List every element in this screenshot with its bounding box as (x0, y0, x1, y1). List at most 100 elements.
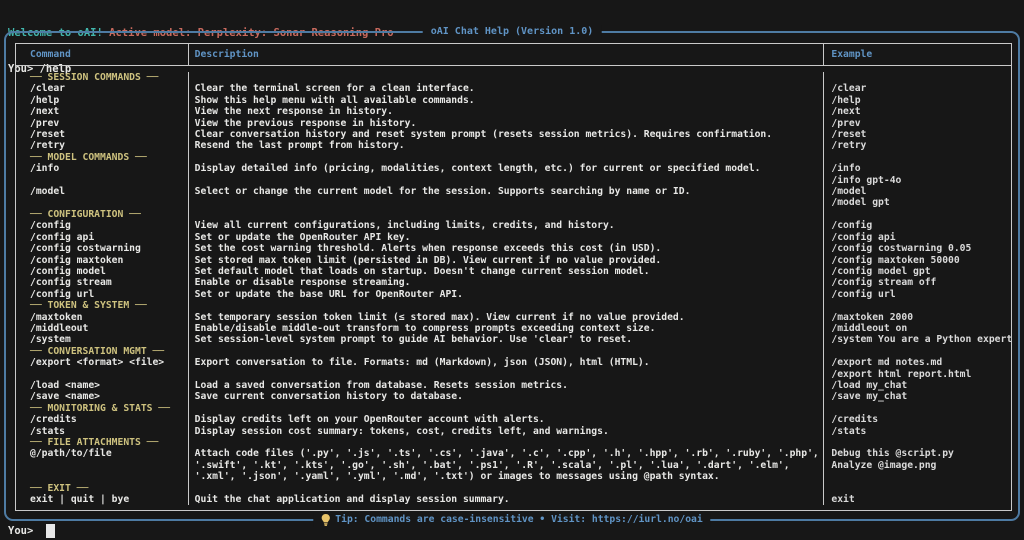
command-cell: /maxtoken (16, 312, 188, 323)
command-cell: /model (16, 186, 188, 197)
command-cell: /middleout (16, 323, 188, 334)
command-cell: /config costwarning (16, 243, 188, 254)
column-header-example: Example (823, 44, 1011, 65)
table-row: @/path/to/fileAttach code files ('.py', … (16, 448, 1011, 459)
description-cell (188, 369, 824, 380)
description-cell: View the next response in history. (188, 106, 824, 117)
description-cell: Set temporary session token limit (≤ sto… (188, 312, 824, 323)
description-cell (188, 437, 824, 448)
example-cell: /next (823, 106, 1011, 117)
lightbulb-icon (321, 514, 330, 526)
command-cell (16, 471, 188, 482)
description-cell: Clear conversation history and reset sys… (188, 129, 824, 140)
section-header-cell: ── CONFIGURATION ── (16, 209, 188, 220)
description-cell: Set or update the OpenRouter API key. (188, 232, 824, 243)
example-cell: /export html report.html (823, 369, 1011, 380)
table-row: ── FILE ATTACHMENTS ── (16, 437, 1011, 448)
table-row: ── CONFIGURATION ── (16, 209, 1011, 220)
table-row: /retryResend the last prompt from histor… (16, 140, 1011, 151)
description-cell: Set session-level system prompt to guide… (188, 334, 824, 345)
description-cell: Resend the last prompt from history. (188, 140, 824, 151)
table-row: /model gpt (16, 197, 1011, 208)
command-cell: /config maxtoken (16, 255, 188, 266)
section-header-cell: ── FILE ATTACHMENTS ── (16, 437, 188, 448)
command-cell: /config model (16, 266, 188, 277)
example-cell: /credits (823, 414, 1011, 425)
description-cell: Save current conversation history to dat… (188, 391, 824, 402)
description-cell: Export conversation to file. Formats: md… (188, 357, 824, 368)
example-cell: /config maxtoken 50000 (823, 255, 1011, 266)
table-row: /config urlSet or update the base URL fo… (16, 289, 1011, 300)
terminal-cursor[interactable] (46, 524, 55, 538)
example-cell: /system You are a Python expert (823, 334, 1011, 345)
example-cell (823, 437, 1011, 448)
example-cell: /config stream off (823, 277, 1011, 288)
example-cell: /config costwarning 0.05 (823, 243, 1011, 254)
command-cell (16, 369, 188, 380)
table-row: /infoDisplay detailed info (pricing, mod… (16, 163, 1011, 174)
tip-text: Tip: Commands are case-insensitive • Vis… (335, 513, 702, 527)
section-header-cell: ── EXIT ── (16, 483, 188, 494)
description-cell (188, 346, 824, 357)
table-row: /config streamEnable or disable response… (16, 277, 1011, 288)
example-cell: /config model gpt (823, 266, 1011, 277)
example-cell (823, 346, 1011, 357)
panel-title: oAI Chat Help (Version 1.0) (423, 25, 602, 39)
table-row: '.xml', '.json', '.yaml', '.yml', '.md',… (16, 471, 1011, 482)
table-header-row: Command Description Example (16, 44, 1011, 66)
section-header-cell: ── SESSION COMMANDS ── (16, 72, 188, 83)
table-row: /clearClear the terminal screen for a cl… (16, 83, 1011, 94)
table-row: ── CONVERSATION MGMT ── (16, 346, 1011, 357)
table-row: /config maxtokenSet stored max token lim… (16, 255, 1011, 266)
table-row: '.swift', '.kt', '.kts', '.go', '.sh', '… (16, 460, 1011, 471)
help-panel: oAI Chat Help (Version 1.0) Command Desc… (4, 31, 1020, 521)
command-cell: /config url (16, 289, 188, 300)
example-cell: /middleout on (823, 323, 1011, 334)
example-cell: /prev (823, 118, 1011, 129)
description-cell: Display detailed info (pricing, modaliti… (188, 163, 824, 174)
description-cell (188, 152, 824, 163)
table-row: exit | quit | byeQuit the chat applicati… (16, 494, 1011, 505)
description-cell: Set stored max token limit (persisted in… (188, 255, 824, 266)
description-cell (188, 403, 824, 414)
tip-bar: Tip: Commands are case-insensitive • Vis… (313, 513, 710, 527)
description-cell: Set the cost warning threshold. Alerts w… (188, 243, 824, 254)
example-cell: /model (823, 186, 1011, 197)
example-cell: /help (823, 95, 1011, 106)
table-row: ── MODEL COMMANDS ── (16, 152, 1011, 163)
example-cell: /info gpt-4o (823, 175, 1011, 186)
example-cell: Debug this @script.py (823, 448, 1011, 459)
table-row: /configView all current configurations, … (16, 220, 1011, 231)
section-header-cell: ── CONVERSATION MGMT ── (16, 346, 188, 357)
table-row: ── EXIT ── (16, 483, 1011, 494)
table-row: /info gpt-4o (16, 175, 1011, 186)
help-table: Command Description Example ── SESSION C… (15, 43, 1012, 511)
table-row: /config costwarningSet the cost warning … (16, 243, 1011, 254)
description-cell (188, 483, 824, 494)
example-cell: /stats (823, 426, 1011, 437)
description-cell: View all current configurations, includi… (188, 220, 824, 231)
command-cell (16, 460, 188, 471)
example-cell (823, 300, 1011, 311)
example-cell: Analyze @image.png (823, 460, 1011, 471)
command-cell: /credits (16, 414, 188, 425)
command-cell: /stats (16, 426, 188, 437)
prompt-line[interactable]: You> (8, 524, 55, 538)
description-cell: Clear the terminal screen for a clean in… (188, 83, 824, 94)
command-cell: /system (16, 334, 188, 345)
table-row: /export html report.html (16, 369, 1011, 380)
example-cell: /config url (823, 289, 1011, 300)
command-cell: /prev (16, 118, 188, 129)
description-cell: Display credits left on your OpenRouter … (188, 414, 824, 425)
table-row: /nextView the next response in history./… (16, 106, 1011, 117)
example-cell: /maxtoken 2000 (823, 312, 1011, 323)
command-cell: /reset (16, 129, 188, 140)
description-cell: Set default model that loads on startup.… (188, 266, 824, 277)
table-row: /prevView the previous response in histo… (16, 118, 1011, 129)
example-cell (823, 152, 1011, 163)
table-row: /statsDisplay session cost summary: toke… (16, 426, 1011, 437)
command-cell: /config (16, 220, 188, 231)
example-cell: /clear (823, 83, 1011, 94)
description-cell (188, 197, 824, 208)
command-cell: /save <name> (16, 391, 188, 402)
